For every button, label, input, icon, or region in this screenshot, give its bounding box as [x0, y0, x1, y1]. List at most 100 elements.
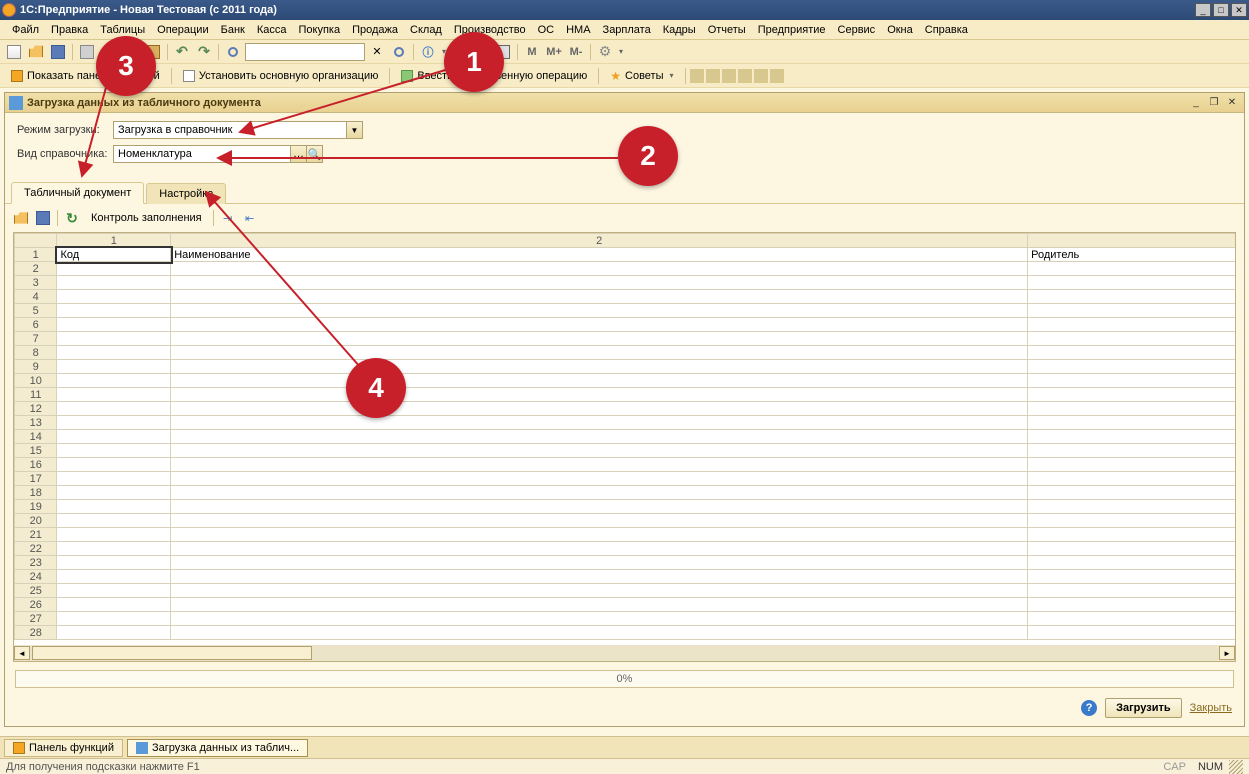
cell[interactable] [1028, 528, 1235, 542]
cell[interactable] [57, 304, 171, 318]
cell[interactable] [57, 290, 171, 304]
cell[interactable] [1028, 290, 1235, 304]
cell[interactable] [57, 318, 171, 332]
row-header[interactable]: 17 [15, 472, 57, 486]
menu-bank[interactable]: Банк [215, 22, 251, 38]
cell[interactable] [1028, 346, 1235, 360]
mem-m-button[interactable]: M [522, 43, 542, 61]
scroll-left-icon[interactable]: ◄ [14, 646, 30, 660]
cell[interactable] [171, 262, 1028, 276]
cell[interactable] [1028, 444, 1235, 458]
enter-op-button[interactable]: Ввести хозяйственную операцию [394, 66, 594, 86]
cell[interactable] [57, 360, 171, 374]
cell[interactable] [57, 262, 171, 276]
cell[interactable] [171, 346, 1028, 360]
a5-icon[interactable] [754, 69, 768, 83]
row-header[interactable]: 6 [15, 318, 57, 332]
cell[interactable] [1028, 584, 1235, 598]
cell[interactable] [57, 430, 171, 444]
menu-enterprise[interactable]: Предприятие [752, 22, 832, 38]
cell[interactable] [1028, 262, 1235, 276]
row-header[interactable]: 15 [15, 444, 57, 458]
control-fill-button[interactable]: Контроль заполнения [84, 208, 209, 228]
copy-icon[interactable] [121, 43, 141, 61]
cell[interactable] [57, 500, 171, 514]
cell[interactable] [57, 584, 171, 598]
row-header[interactable]: 20 [15, 514, 57, 528]
cell[interactable] [57, 514, 171, 528]
row-header[interactable]: 21 [15, 528, 57, 542]
row-header[interactable]: 26 [15, 598, 57, 612]
cell[interactable] [57, 542, 171, 556]
mode-combo[interactable]: Загрузка в справочник ▼ [113, 121, 363, 139]
doc-close-button[interactable]: ✕ [1224, 96, 1240, 110]
cell[interactable] [1028, 570, 1235, 584]
cell[interactable] [57, 346, 171, 360]
menu-sale[interactable]: Продажа [346, 22, 404, 38]
load-button[interactable]: Загрузить [1105, 698, 1182, 718]
doc-minimize-button[interactable]: _ [1188, 96, 1204, 110]
redo-icon[interactable]: ↷ [194, 43, 214, 61]
resize-grip-icon[interactable] [1229, 760, 1243, 774]
cell[interactable] [57, 598, 171, 612]
cell[interactable] [171, 304, 1028, 318]
search-icon[interactable] [223, 43, 243, 61]
help-icon[interactable]: ? [1081, 700, 1097, 716]
cell[interactable] [57, 626, 171, 640]
row-header[interactable]: 25 [15, 584, 57, 598]
row-header[interactable]: 22 [15, 542, 57, 556]
cell[interactable] [57, 416, 171, 430]
menu-purchase[interactable]: Покупка [293, 22, 347, 38]
export-icon[interactable]: ⇤ [240, 209, 260, 227]
row-header[interactable]: 23 [15, 556, 57, 570]
cell[interactable] [171, 542, 1028, 556]
row-header[interactable]: 7 [15, 332, 57, 346]
a6-icon[interactable] [770, 69, 784, 83]
row-header[interactable]: 18 [15, 486, 57, 500]
menu-tables[interactable]: Таблицы [94, 22, 151, 38]
a2-icon[interactable] [706, 69, 720, 83]
menu-personnel[interactable]: Кадры [657, 22, 702, 38]
cell[interactable] [1028, 332, 1235, 346]
horizontal-scrollbar[interactable]: ◄ ► [14, 645, 1235, 661]
col-header[interactable]: 2 [171, 234, 1028, 248]
ref-combo[interactable]: Номенклатура … 🔍 [113, 145, 323, 163]
cell[interactable] [57, 402, 171, 416]
doc-restore-button[interactable]: ❐ [1206, 96, 1222, 110]
cell[interactable] [171, 416, 1028, 430]
close-button[interactable]: ✕ [1231, 3, 1247, 17]
tips-button[interactable]: ★ Советы ▾ [603, 66, 680, 86]
cell[interactable] [171, 444, 1028, 458]
cell[interactable] [171, 514, 1028, 528]
a3-icon[interactable] [722, 69, 736, 83]
menu-os[interactable]: ОС [532, 22, 561, 38]
scroll-thumb[interactable] [32, 646, 312, 660]
menu-salary[interactable]: Зарплата [597, 22, 657, 38]
sheet-save-icon[interactable] [33, 209, 53, 227]
task-panel-button[interactable]: Панель функций [4, 739, 123, 757]
scroll-right-icon[interactable]: ► [1219, 646, 1235, 660]
cut-icon[interactable]: ✂ [99, 43, 119, 61]
cell[interactable] [1028, 542, 1235, 556]
cell[interactable] [57, 388, 171, 402]
search-input[interactable] [245, 43, 365, 61]
cell[interactable] [171, 472, 1028, 486]
menu-cash[interactable]: Касса [251, 22, 293, 38]
row-header[interactable]: 2 [15, 262, 57, 276]
cell[interactable] [171, 374, 1028, 388]
a4-icon[interactable] [738, 69, 752, 83]
cell[interactable] [57, 444, 171, 458]
cell[interactable] [1028, 458, 1235, 472]
cell[interactable] [171, 276, 1028, 290]
cell[interactable] [171, 458, 1028, 472]
row-header[interactable]: 12 [15, 402, 57, 416]
cell[interactable] [171, 332, 1028, 346]
menu-file[interactable]: Файл [6, 22, 45, 38]
row-header[interactable]: 27 [15, 612, 57, 626]
cell[interactable] [171, 318, 1028, 332]
mem-mplus-button[interactable]: M+ [544, 43, 564, 61]
cell[interactable]: Наименование [171, 248, 1028, 262]
chart-icon[interactable] [455, 45, 469, 59]
cell[interactable] [171, 402, 1028, 416]
cell[interactable]: Код [57, 248, 171, 262]
